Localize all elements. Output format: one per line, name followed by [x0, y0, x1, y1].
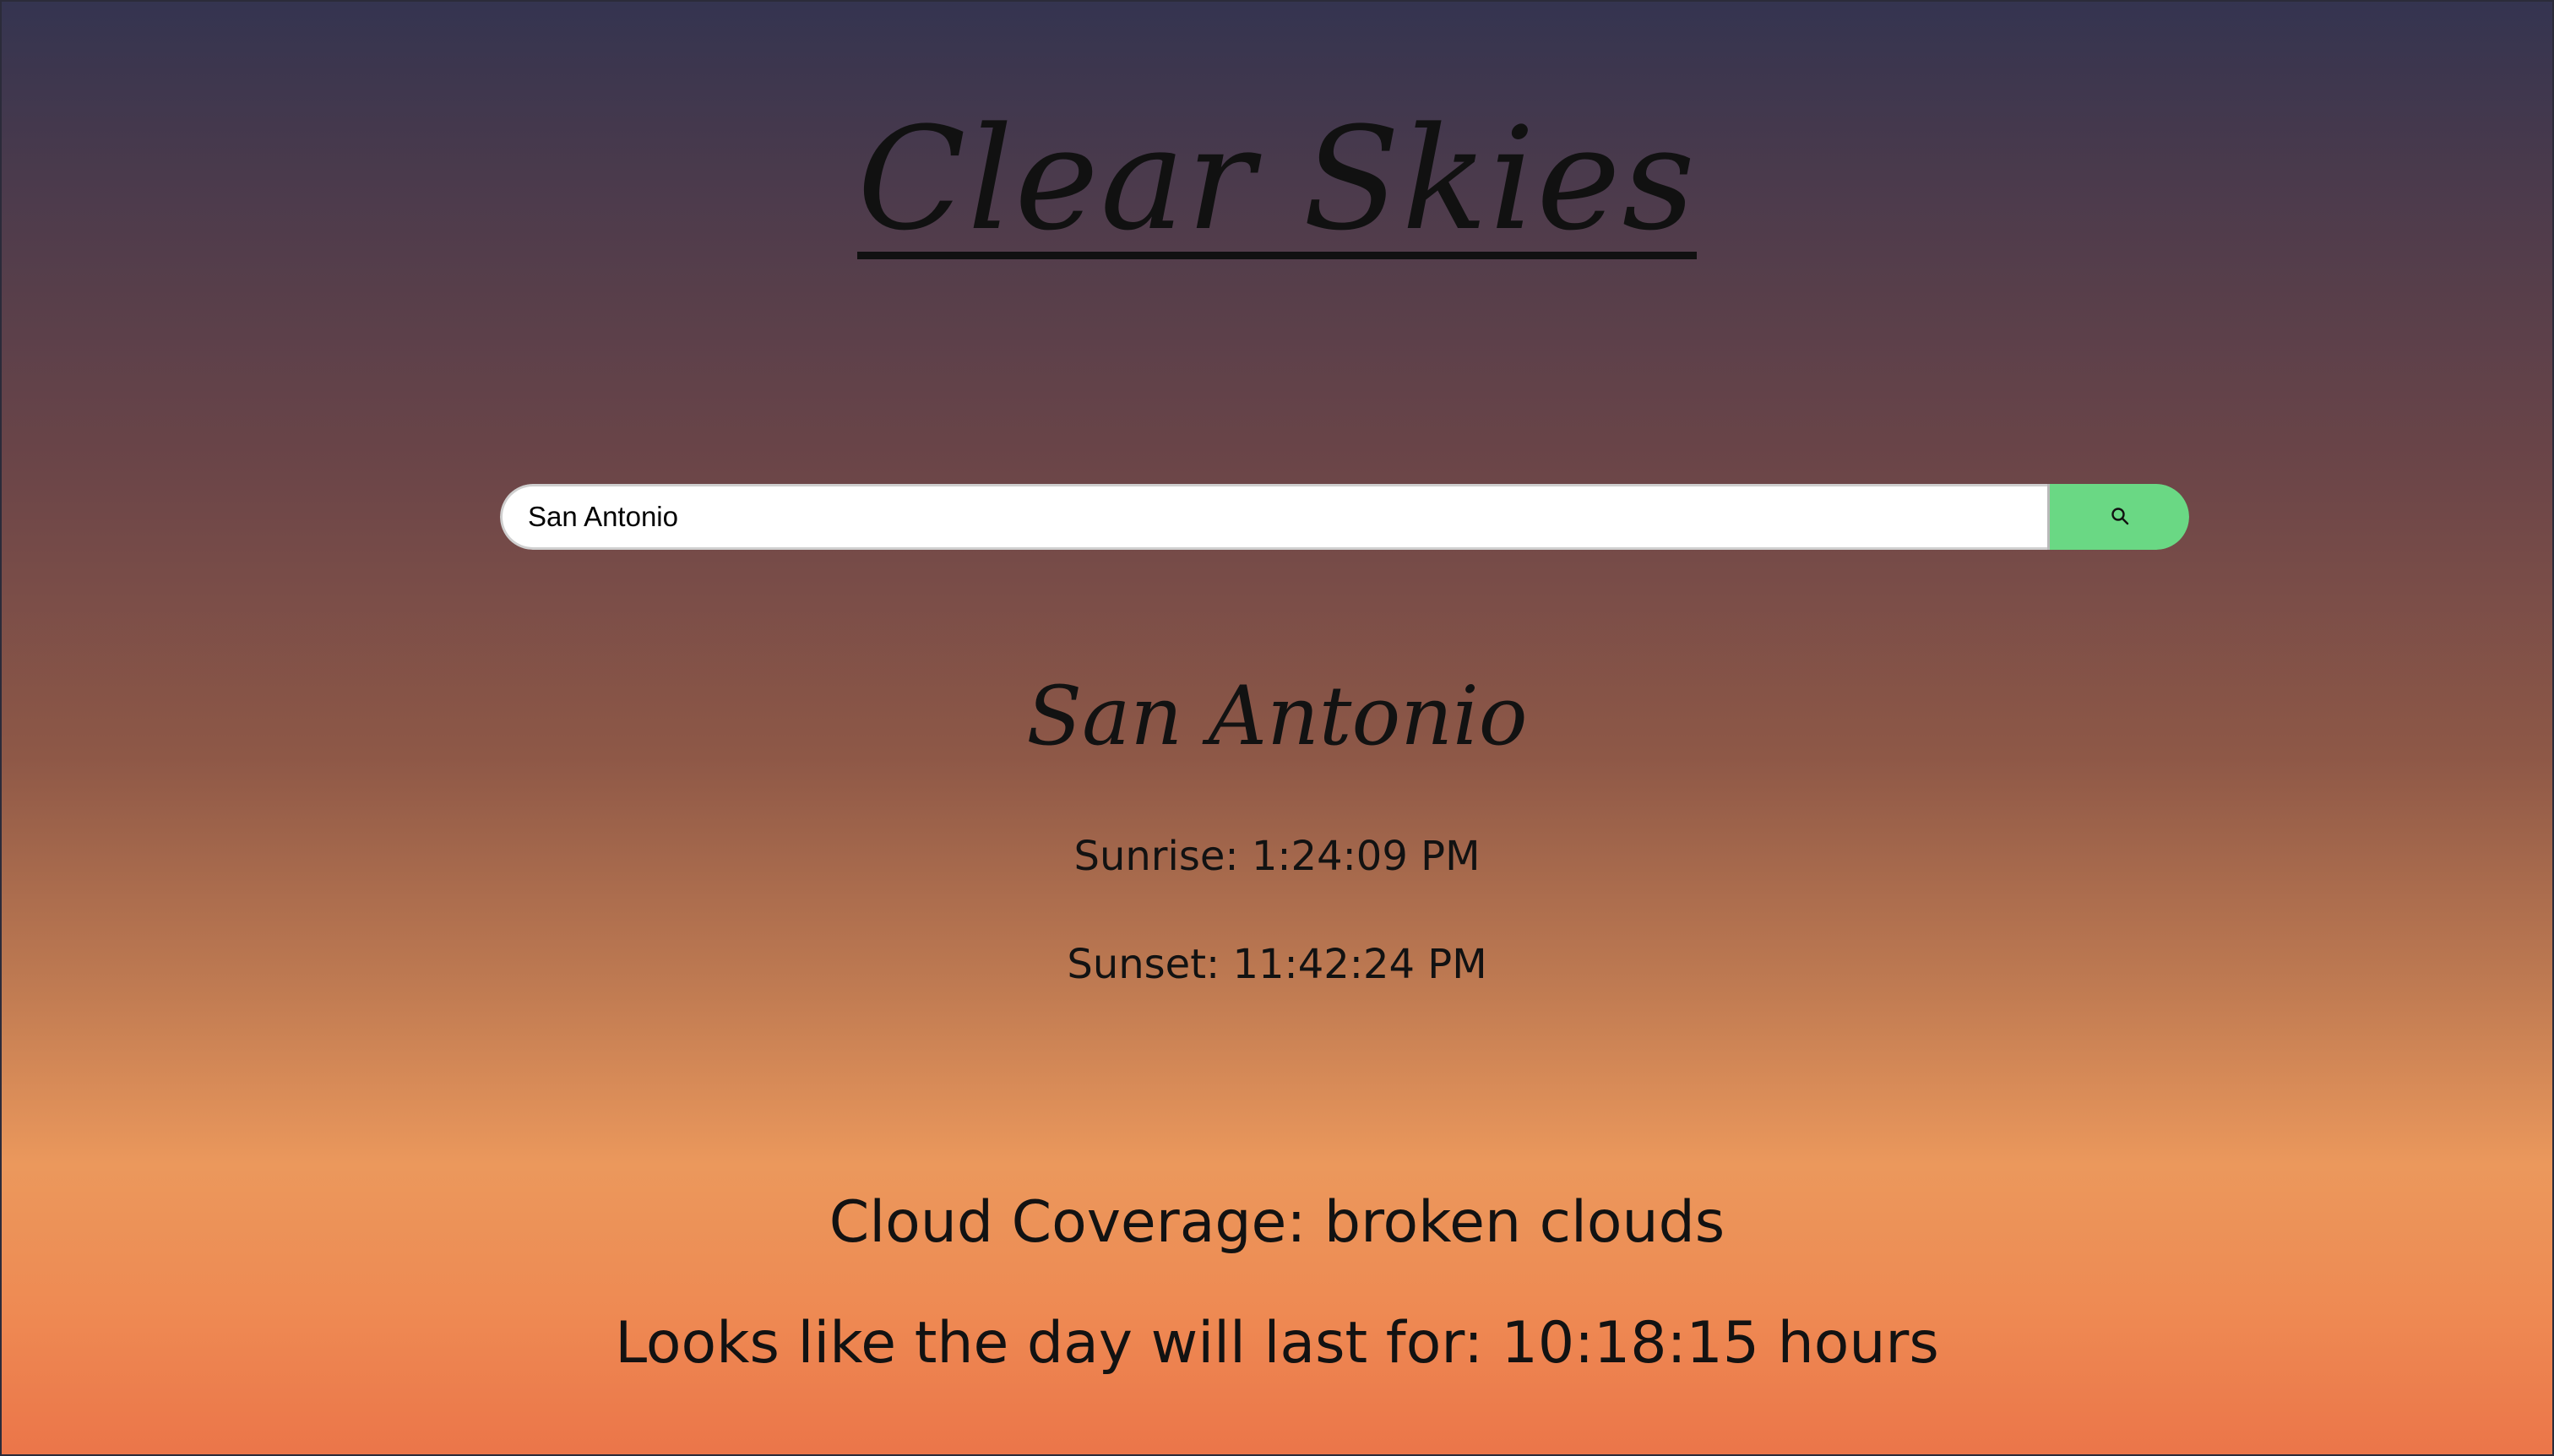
- city-name: San Antonio: [1026, 669, 1528, 763]
- city-search-input[interactable]: [500, 484, 2047, 550]
- sunrise-time: Sunrise: 1:24:09 PM: [1073, 833, 1481, 880]
- sunset-time: Sunset: 11:42:24 PM: [1067, 941, 1487, 988]
- search-icon: [2110, 506, 2130, 529]
- cloud-coverage: Cloud Coverage: broken clouds: [829, 1189, 1725, 1256]
- app-title: Clear Skies: [857, 96, 1697, 262]
- header: Clear Skies: [0, 108, 2554, 259]
- search-button[interactable]: [2047, 484, 2189, 550]
- day-length: Looks like the day will last for: 10:18:…: [615, 1310, 1939, 1377]
- search-bar: [500, 484, 2189, 550]
